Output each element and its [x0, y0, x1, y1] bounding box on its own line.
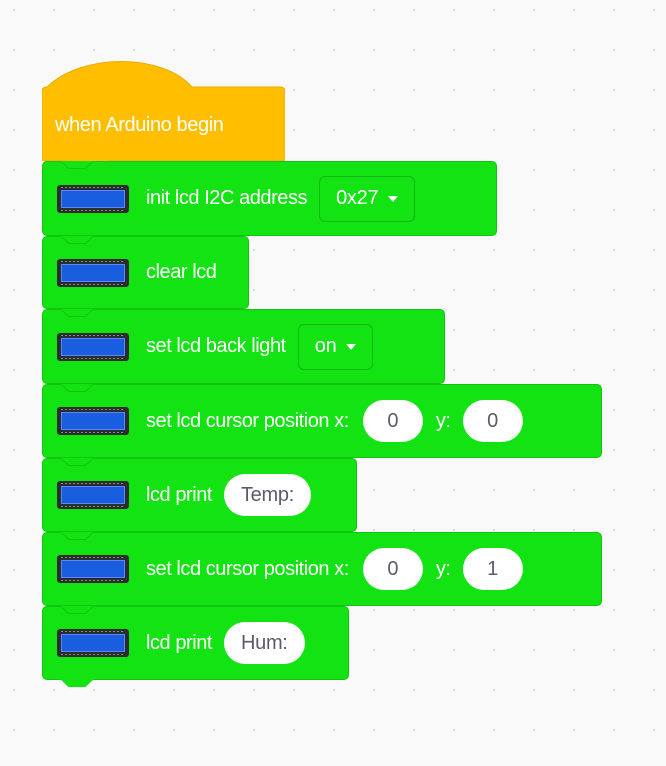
chevron-down-icon	[388, 195, 399, 202]
hat-block-shape	[42, 61, 285, 163]
block-label: lcd print	[146, 631, 212, 654]
cursor-x-input[interactable]: 0	[362, 548, 423, 590]
block-label: set lcd back light	[146, 335, 286, 357]
block-notch	[60, 458, 94, 466]
block-notch	[60, 532, 94, 540]
set-lcd-backlight-block[interactable]: set lcd back light on	[42, 309, 445, 384]
block-notch	[60, 236, 94, 244]
y-label: y:	[435, 557, 451, 580]
hat-block-label: when Arduino begin	[55, 114, 224, 136]
block-label: lcd print	[146, 483, 212, 506]
lcd-display-icon	[57, 555, 129, 583]
block-notch	[60, 606, 94, 614]
clear-lcd-block[interactable]: clear lcd	[42, 236, 249, 309]
backlight-value: on	[314, 335, 337, 357]
y-label: y:	[435, 409, 451, 432]
lcd-display-icon	[57, 332, 129, 361]
block-bottom-tab	[60, 679, 94, 687]
cursor-y-input[interactable]: 1	[462, 548, 523, 590]
block-label: init lcd I2C address	[146, 187, 308, 209]
block-label: clear lcd	[146, 261, 217, 283]
i2c-address-value: 0x27	[336, 187, 379, 209]
lcd-display-icon	[57, 407, 129, 435]
print-text-input[interactable]: Hum:	[223, 622, 305, 664]
lcd-display-icon	[57, 629, 129, 657]
init-lcd-i2c-block[interactable]: init lcd I2C address 0x27	[42, 161, 497, 236]
block-label: set lcd cursor position x:	[146, 557, 349, 580]
lcd-display-icon	[57, 184, 129, 213]
block-notch	[60, 161, 94, 169]
cursor-y-input[interactable]: 0	[462, 400, 523, 442]
print-text-input[interactable]: Temp:	[223, 474, 311, 516]
set-lcd-cursor-block[interactable]: set lcd cursor position x: 0 y: 0	[42, 384, 602, 458]
when-arduino-begin-block[interactable]: when Arduino begin	[42, 61, 285, 163]
chevron-down-icon	[346, 343, 357, 350]
lcd-display-icon	[57, 481, 129, 509]
lcd-print-block[interactable]: lcd print Temp:	[42, 458, 357, 532]
i2c-address-dropdown[interactable]: 0x27	[319, 175, 416, 222]
workspace-canvas[interactable]: when Arduino begin init lcd I2C address …	[0, 0, 666, 766]
set-lcd-cursor-block[interactable]: set lcd cursor position x: 0 y: 1	[42, 532, 602, 606]
block-notch	[60, 384, 94, 392]
cursor-x-input[interactable]: 0	[362, 400, 423, 442]
block-notch	[60, 309, 94, 317]
lcd-display-icon	[57, 258, 129, 287]
block-label: set lcd cursor position x:	[146, 409, 349, 432]
backlight-dropdown[interactable]: on	[297, 323, 374, 370]
lcd-print-block[interactable]: lcd print Hum:	[42, 606, 349, 687]
